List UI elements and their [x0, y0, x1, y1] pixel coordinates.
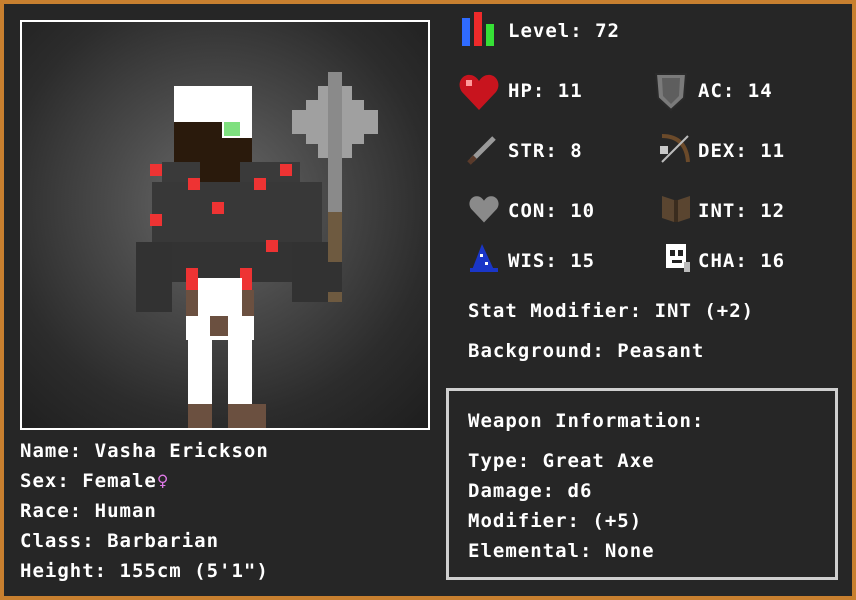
cha-value: 16 — [760, 250, 786, 272]
weapon-modifier-row: Modifier: (+5) — [468, 510, 642, 532]
book-icon — [662, 196, 690, 222]
wis-label: WIS: — [508, 250, 558, 272]
wis-row: WIS: 15 — [508, 250, 595, 272]
stat-modifier-value: INT (+2) — [654, 300, 755, 322]
grey-heart-icon — [469, 196, 499, 223]
weapon-damage-label: Damage: — [468, 480, 556, 502]
sex-label: Sex: — [20, 470, 70, 492]
level-row: Level: 72 — [508, 20, 620, 42]
dex-value: 11 — [760, 140, 786, 162]
stat-modifier-row: Stat Modifier: INT (+2) — [468, 300, 754, 322]
dex-label: DEX: — [698, 140, 748, 162]
height-row: Height: 155cm (5'1") — [20, 560, 269, 582]
bow-icon — [660, 134, 690, 163]
class-row: Class: Barbarian — [20, 530, 219, 552]
female-symbol-icon: ♀ — [156, 470, 170, 492]
height-value: 155cm (5'1") — [119, 560, 269, 582]
ac-value: 14 — [747, 80, 773, 102]
character-sheet: Name: Vasha Erickson Sex: Female♀ Race: … — [0, 0, 856, 600]
level-value: 72 — [595, 20, 620, 42]
ac-row: AC: 14 — [698, 80, 773, 102]
class-value: Barbarian — [107, 530, 220, 552]
weapon-type-label: Type: — [468, 450, 531, 472]
weapon-modifier-value: (+5) — [592, 510, 643, 532]
weapon-elemental-label: Elemental: — [468, 540, 593, 562]
int-value: 12 — [760, 200, 786, 222]
name-label: Name: — [20, 440, 83, 462]
character-sprite — [136, 72, 378, 428]
weapon-info-title: Weapon Information: — [468, 410, 705, 432]
shield-icon — [654, 73, 688, 112]
level-label: Level: — [508, 20, 583, 42]
weapon-elemental-row: Elemental: None — [468, 540, 655, 562]
race-row: Race: Human — [20, 500, 157, 522]
class-label: Class: — [20, 530, 95, 552]
cha-row: CHA: 16 — [698, 250, 785, 272]
hp-label: HP: — [508, 80, 546, 102]
cha-label: CHA: — [698, 250, 748, 272]
background-row: Background: Peasant — [468, 340, 704, 362]
sex-row: Sex: Female♀ — [20, 470, 169, 492]
weapon-damage-value: d6 — [567, 480, 593, 502]
stat-modifier-label: Stat Modifier: — [468, 300, 643, 322]
character-portrait — [20, 20, 430, 430]
race-label: Race: — [20, 500, 83, 522]
weapon-modifier-label: Modifier: — [468, 510, 580, 532]
wizard-hat-icon — [470, 244, 498, 272]
mask-icon — [666, 244, 690, 272]
int-row: INT: 12 — [698, 200, 785, 222]
sex-value: Female — [82, 470, 157, 492]
ac-label: AC: — [698, 80, 736, 102]
int-label: INT: — [698, 200, 748, 222]
str-row: STR: 8 — [508, 140, 583, 162]
sword-icon — [467, 136, 496, 165]
heart-icon — [459, 74, 499, 110]
level-bars-icon — [462, 12, 494, 46]
hp-value: 11 — [557, 80, 583, 102]
height-label: Height: — [20, 560, 108, 582]
background-value: Peasant — [617, 340, 705, 362]
weapon-type-row: Type: Great Axe — [468, 450, 655, 472]
hp-row: HP: 11 — [508, 80, 583, 102]
wis-value: 15 — [570, 250, 596, 272]
str-value: 8 — [570, 140, 583, 162]
weapon-elemental-value: None — [604, 540, 655, 562]
con-label: CON: — [508, 200, 558, 222]
name-row: Name: Vasha Erickson — [20, 440, 269, 462]
str-label: STR: — [508, 140, 558, 162]
weapon-type-value: Great Axe — [542, 450, 655, 472]
name-value: Vasha Erickson — [94, 440, 269, 462]
background-label: Background: — [468, 340, 605, 362]
con-row: CON: 10 — [508, 200, 595, 222]
dex-row: DEX: 11 — [698, 140, 785, 162]
weapon-damage-row: Damage: d6 — [468, 480, 592, 502]
race-value: Human — [94, 500, 157, 522]
con-value: 10 — [570, 200, 596, 222]
